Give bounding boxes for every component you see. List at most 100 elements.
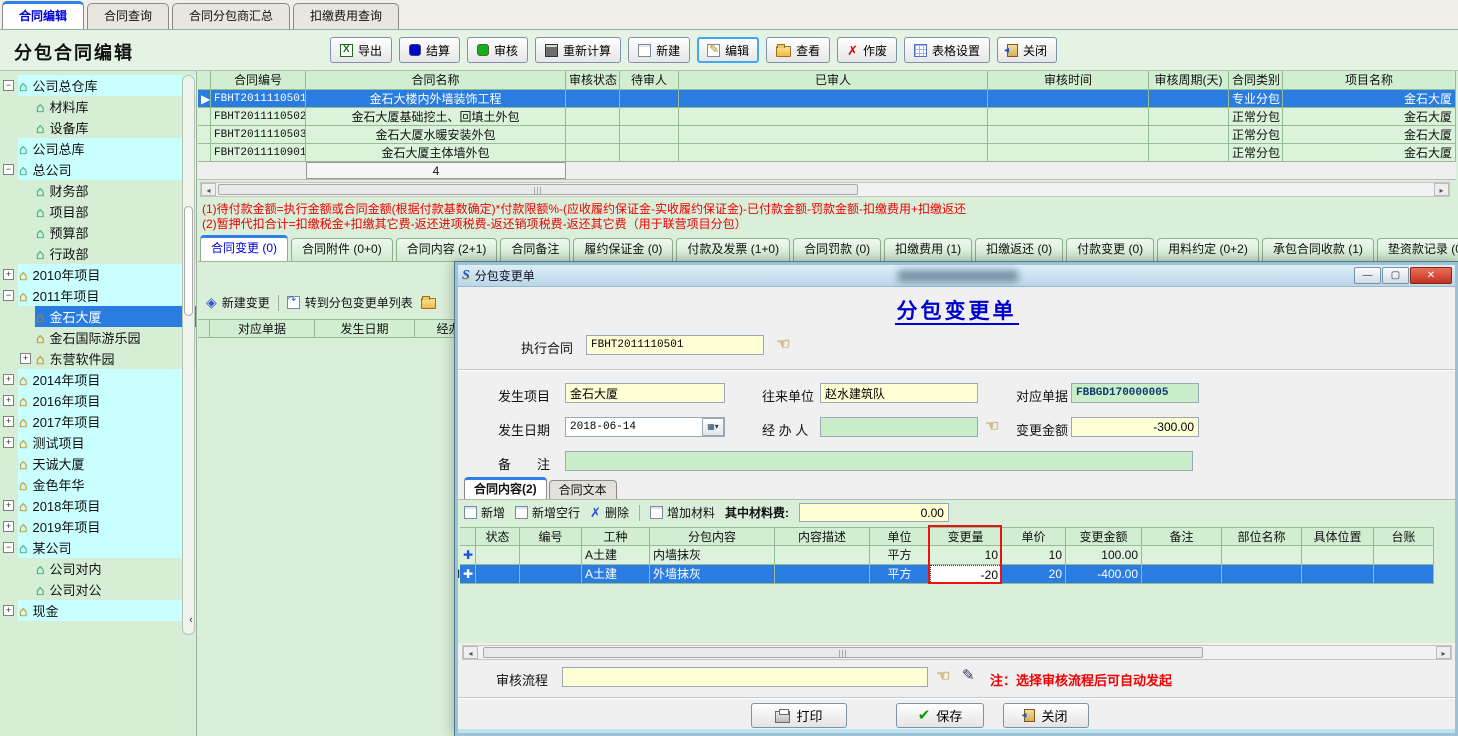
- add-empty-row-button[interactable]: 新增空行: [515, 504, 580, 521]
- remark-input[interactable]: [565, 451, 1193, 471]
- detail-tab[interactable]: 合同罚款 (0): [793, 238, 881, 261]
- exec-contract-input[interactable]: [586, 335, 764, 355]
- tree-item[interactable]: ⌂设备库: [0, 117, 196, 138]
- table-row[interactable]: ▶FBHT2011110501金石大楼内外墙装饰工程专业分包金石大厦: [198, 90, 1458, 108]
- plus-expander-icon[interactable]: +: [3, 605, 14, 616]
- tree-item[interactable]: +⌂2010年项目: [0, 264, 196, 285]
- material-fee-input[interactable]: [799, 503, 949, 522]
- pen-icon[interactable]: ✎: [962, 668, 975, 684]
- detail-tab[interactable]: 合同内容 (2+1): [396, 238, 498, 261]
- detail-tab[interactable]: 扣缴返还 (0): [975, 238, 1063, 261]
- dialog-tab[interactable]: 合同内容(2): [464, 477, 547, 500]
- detail-tab[interactable]: 扣缴费用 (1): [884, 238, 972, 261]
- grid-row[interactable]: ✚A土建内墙抹灰平方1010100.00: [460, 546, 1434, 565]
- dialog-button-door[interactable]: 关闭: [1003, 703, 1089, 728]
- audit-flow-input[interactable]: [562, 667, 928, 687]
- tree-item[interactable]: ⌂天诚大厦: [0, 453, 196, 474]
- add-material-button[interactable]: 增加材料: [650, 504, 715, 521]
- dialog-titlebar[interactable]: S 分包变更单 — ▢ ✕: [458, 265, 1455, 287]
- toolbar-button-calculator[interactable]: 重新计算: [535, 37, 621, 63]
- maximize-button[interactable]: ▢: [1382, 267, 1409, 284]
- tree-item[interactable]: ⌂金色年华: [0, 474, 196, 495]
- minus-expander-icon[interactable]: −: [3, 542, 14, 553]
- toolbar-button-excel[interactable]: 导出: [330, 37, 392, 63]
- tree-item[interactable]: −⌂2011年项目: [0, 285, 196, 306]
- sidebar-collapse-handle[interactable]: ‹: [186, 609, 196, 631]
- open-folder-icon[interactable]: [421, 298, 436, 309]
- detail-tab[interactable]: 履约保证金 (0): [573, 238, 673, 261]
- goto-change-list-button[interactable]: 转到分包变更单列表: [287, 294, 413, 311]
- counterpart-input[interactable]: [820, 383, 978, 403]
- tree-item[interactable]: +⌂东营软件园: [0, 348, 196, 369]
- module-tab[interactable]: 合同查询: [87, 3, 169, 29]
- tree-item[interactable]: −⌂公司总仓库: [0, 75, 196, 96]
- grid-row[interactable]: ✚A土建外墙抹灰平方-2020-400.00: [460, 565, 1434, 584]
- tree-item[interactable]: +⌂2014年项目: [0, 369, 196, 390]
- plus-expander-icon[interactable]: +: [3, 374, 14, 385]
- toolbar-button-new-doc[interactable]: 新建: [628, 37, 690, 63]
- plus-expander-icon[interactable]: +: [3, 500, 14, 511]
- tree-item[interactable]: ⌂财务部: [0, 180, 196, 201]
- tree-item[interactable]: +⌂2016年项目: [0, 390, 196, 411]
- tree-item[interactable]: ⌂项目部: [0, 201, 196, 222]
- minus-expander-icon[interactable]: −: [3, 290, 14, 301]
- plus-expander-icon[interactable]: +: [3, 416, 14, 427]
- minus-expander-icon[interactable]: −: [3, 164, 14, 175]
- tree-item[interactable]: ⌂公司对公: [0, 579, 196, 600]
- toolbar-button-table-settings[interactable]: 表格设置: [904, 37, 990, 63]
- hand-pointer-icon[interactable]: ☜: [936, 669, 950, 685]
- new-change-button[interactable]: ◈ 新建变更: [206, 294, 270, 311]
- minus-expander-icon[interactable]: −: [3, 80, 14, 91]
- detail-tab[interactable]: 合同附件 (0+0): [291, 238, 393, 261]
- minimize-button[interactable]: —: [1354, 267, 1381, 284]
- add-row-button[interactable]: 新增: [464, 504, 505, 521]
- tree-item[interactable]: −⌂某公司: [0, 537, 196, 558]
- tree-item[interactable]: +⌂2019年项目: [0, 516, 196, 537]
- tree-item[interactable]: ⌂预算部: [0, 222, 196, 243]
- hand-pointer-icon[interactable]: ☜: [985, 419, 999, 435]
- close-window-button[interactable]: ✕: [1410, 267, 1452, 284]
- tree-item[interactable]: ⌂金石国际游乐园: [0, 327, 196, 348]
- hand-pointer-icon[interactable]: ☜: [776, 337, 790, 353]
- toolbar-button-blue-dot[interactable]: 结算: [399, 37, 460, 63]
- tree-item[interactable]: −⌂总公司: [0, 159, 196, 180]
- plus-expander-icon[interactable]: +: [20, 353, 31, 364]
- dialog-button-check[interactable]: ✔保存: [896, 703, 984, 728]
- plus-expander-icon[interactable]: +: [3, 269, 14, 280]
- tree-item[interactable]: +⌂2018年项目: [0, 495, 196, 516]
- amount-input[interactable]: [1071, 417, 1199, 437]
- sidebar-scrollbar[interactable]: [182, 75, 195, 635]
- detail-tab[interactable]: 付款及发票 (1+0): [676, 238, 790, 261]
- detail-tab[interactable]: 付款变更 (0): [1066, 238, 1154, 261]
- detail-tab[interactable]: 合同变更 (0): [200, 235, 288, 261]
- doc-no-input[interactable]: [1071, 383, 1199, 403]
- scrollbar-thumb[interactable]: |||: [218, 184, 858, 195]
- calendar-icon[interactable]: ▦▾: [702, 418, 724, 436]
- delete-row-button[interactable]: ✗删除: [590, 504, 629, 521]
- tree-item[interactable]: +⌂2017年项目: [0, 411, 196, 432]
- dialog-button-printer[interactable]: 打印: [751, 703, 847, 728]
- detail-tab[interactable]: 垫资款记录 (0): [1377, 238, 1458, 261]
- project-input[interactable]: [565, 383, 725, 403]
- scrollbar-thumb[interactable]: |||: [483, 647, 1203, 658]
- grid-hscrollbar[interactable]: ◂ ||| ▸: [462, 645, 1452, 660]
- tree-item[interactable]: ⌂公司总库: [0, 138, 196, 159]
- contracts-hscrollbar[interactable]: ◂ ||| ▸: [200, 182, 1450, 197]
- plus-expander-icon[interactable]: +: [3, 395, 14, 406]
- detail-tab[interactable]: 用料约定 (0+2): [1157, 238, 1259, 261]
- tree-item[interactable]: +⌂测试项目: [0, 432, 196, 453]
- plus-expander-icon[interactable]: +: [3, 521, 14, 532]
- detail-tab[interactable]: 合同备注: [500, 238, 570, 261]
- module-tab[interactable]: 合同编辑: [2, 1, 84, 29]
- tree-item[interactable]: ⌂公司对内: [0, 558, 196, 579]
- tree-item[interactable]: ⌂金石大厦: [0, 306, 196, 327]
- module-tab[interactable]: 合同分包商汇总: [172, 3, 290, 29]
- table-row[interactable]: FBHT2011110502金石大厦基础挖土、回填土外包正常分包金石大厦: [198, 108, 1458, 126]
- toolbar-button-edit[interactable]: 编辑: [697, 37, 759, 63]
- scrollbar-thumb[interactable]: [184, 206, 193, 316]
- scroll-right-icon[interactable]: ▸: [1436, 646, 1451, 659]
- tree-item[interactable]: +⌂现金: [0, 600, 196, 621]
- table-row[interactable]: FBHT2011110901金石大厦主体墙外包正常分包金石大厦: [198, 144, 1458, 162]
- date-input[interactable]: [565, 417, 725, 437]
- toolbar-button-red-x[interactable]: ✗作废: [837, 37, 897, 63]
